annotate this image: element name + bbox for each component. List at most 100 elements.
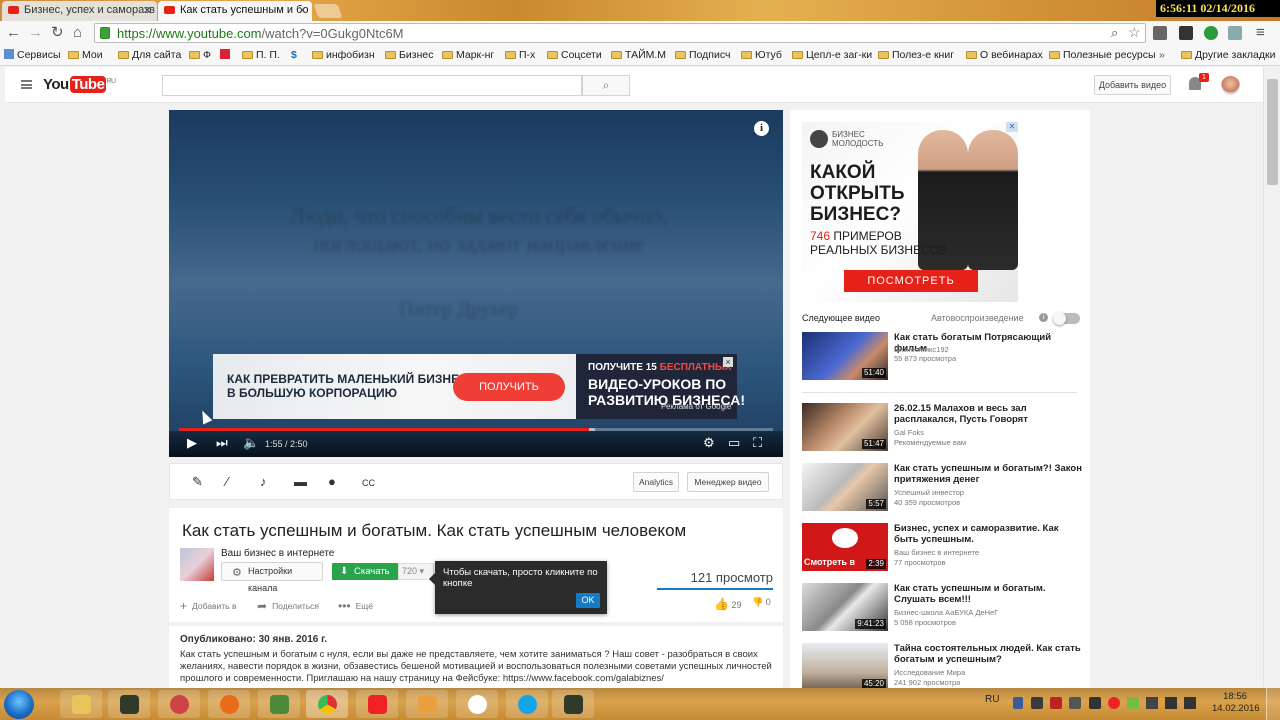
bookmarks-overflow[interactable]: » — [1159, 49, 1165, 61]
bookmark-folder[interactable]: Марк-нг — [442, 49, 494, 61]
video-title[interactable]: Бизнес, успех и саморазвитие. Как быть у… — [894, 523, 1082, 545]
forward-arrow-icon[interactable]: → — [28, 25, 43, 41]
tray-app-icon[interactable] — [1127, 697, 1139, 709]
channel-settings-button[interactable]: ⚙ Настройки канала — [221, 562, 323, 593]
like-button[interactable]: 👍 29 — [714, 597, 741, 611]
search-icon[interactable]: ⌕ — [1111, 25, 1118, 41]
settings-gear-icon[interactable]: ⚙ — [703, 436, 715, 450]
sidebar-ad[interactable]: БИЗНЕС МОЛОДОСТЬ КАКОЙ ОТКРЫТЬ БИЗНЕС? 7… — [802, 122, 1018, 302]
extension-refresh-icon[interactable] — [1204, 26, 1218, 40]
bookmark-apps[interactable]: Сервисы — [4, 49, 61, 61]
extension-puzzle-icon[interactable] — [1153, 26, 1167, 40]
extension-icon[interactable] — [1179, 26, 1193, 40]
tray-app-icon[interactable] — [1146, 697, 1158, 709]
share-button[interactable]: ➦ Поделиться — [257, 599, 319, 613]
add-video-button[interactable]: Добавить видео — [1094, 75, 1171, 95]
related-video[interactable]: 5:57 Как стать успешным и богатым?! Зако… — [802, 463, 1082, 517]
tooltip-ok-button[interactable]: OK — [576, 593, 600, 608]
ad-watch-button[interactable]: ПОСМОТРЕТЬ — [844, 270, 978, 292]
taskbar-firefox[interactable] — [208, 690, 250, 718]
video-title[interactable]: Как стать успешным и богатым. Слушать вс… — [894, 583, 1082, 605]
bookmark-folder[interactable]: Соцсети — [547, 49, 602, 61]
related-video[interactable]: Смотреть в 2:39 Бизнес, успех и саморазв… — [802, 523, 1082, 577]
taskbar-app[interactable] — [552, 690, 594, 718]
audio-note-icon[interactable]: ♪ — [260, 475, 267, 489]
volume-icon[interactable]: 🔈 — [243, 436, 259, 450]
info-icon[interactable]: i — [754, 121, 769, 136]
channel-name[interactable]: Ваш бизнес в интернете — [221, 548, 334, 559]
avatar[interactable] — [1221, 76, 1240, 95]
bookmark-folder[interactable]: Полезные ресурсы — [1049, 49, 1156, 61]
taskbar-app[interactable] — [258, 690, 300, 718]
bookmark-folder[interactable]: П-х — [505, 49, 535, 61]
overlay-ad[interactable]: КАК ПРЕВРАТИТЬ МАЛЕНЬКИЙ БИЗНЕС В БОЛЬШУ… — [213, 354, 745, 419]
scrollbar-thumb[interactable] — [1267, 79, 1278, 185]
taskbar-chrome[interactable] — [306, 690, 348, 718]
cards-info-icon[interactable]: ● — [328, 475, 336, 489]
browser-tab-inactive[interactable]: Бизнес, успех и саморазв ✕ — [2, 1, 157, 21]
video-title[interactable]: Тайна состоятельных людей. Как стать бог… — [894, 643, 1082, 665]
taskbar-app[interactable] — [406, 690, 448, 718]
bookmark-folder[interactable]: Полез-е книг — [878, 49, 954, 61]
ad-get-button[interactable]: ПОЛУЧИТЬ — [453, 373, 565, 401]
video-title[interactable]: 26.02.15 Малахов и весь зал расплакался,… — [894, 403, 1082, 425]
video-thumbnail[interactable]: 5:57 — [802, 463, 888, 511]
autoplay-toggle[interactable] — [1053, 312, 1080, 325]
url-text[interactable]: https://www.youtube.com/watch?v=0Gukg0Nt… — [117, 26, 404, 41]
bookmark-folder[interactable]: Подписч — [675, 49, 730, 61]
taskbar-skype[interactable] — [506, 690, 548, 718]
edit-pencil-icon[interactable]: ✎ — [192, 475, 203, 489]
video-thumbnail[interactable]: 51:40 — [802, 332, 888, 380]
theater-mode-icon[interactable]: ▭ — [728, 436, 740, 450]
back-arrow-icon[interactable]: ← — [6, 25, 21, 41]
taskbar-yandex-browser[interactable] — [456, 690, 498, 718]
more-button[interactable]: ••• Ещё — [338, 599, 373, 613]
taskbar-clock[interactable]: 18:56 14.02.2016 — [1212, 691, 1260, 715]
subtitles-cc-icon[interactable]: CC — [362, 476, 375, 490]
analytics-button[interactable]: Analytics — [633, 472, 679, 492]
related-video[interactable]: 51:47 26.02.15 Малахов и весь зал распла… — [802, 403, 1082, 457]
tray-app-icon[interactable] — [1069, 697, 1081, 709]
next-icon[interactable]: ⏭ — [216, 436, 228, 450]
video-thumbnail[interactable]: Смотреть в 2:39 — [802, 523, 888, 571]
star-icon[interactable]: ☆ — [1128, 24, 1141, 41]
taskbar-app[interactable] — [158, 690, 200, 718]
windows-flag-icon[interactable] — [1089, 697, 1101, 709]
search-input[interactable] — [162, 75, 582, 96]
video-thumbnail[interactable]: 45:20 — [802, 643, 888, 691]
bookmark-folder[interactable]: Ф — [189, 49, 211, 61]
autoplay-info-icon[interactable]: i — [1039, 313, 1048, 322]
related-video[interactable]: 9:41:23 Как стать успешным и богатым. Сл… — [802, 583, 1082, 637]
ad-close-icon[interactable]: × — [723, 357, 733, 367]
play-icon[interactable]: ▶ — [187, 436, 197, 450]
video-thumbnail[interactable]: 9:41:23 — [802, 583, 888, 631]
video-manager-button[interactable]: Менеджер видео — [687, 472, 769, 492]
channel-avatar[interactable] — [180, 548, 214, 581]
video-thumbnail[interactable]: 51:47 — [802, 403, 888, 451]
reload-icon[interactable]: ↻ — [51, 25, 64, 41]
enhance-wand-icon[interactable]: ⁄ — [226, 475, 228, 489]
home-icon[interactable]: ⌂ — [73, 25, 82, 41]
bookmark-folder[interactable]: Бизнес — [385, 49, 433, 61]
add-to-button[interactable]: + Добавить в — [180, 599, 236, 613]
extension-code-icon[interactable] — [1228, 26, 1242, 40]
opera-icon[interactable] — [1108, 697, 1120, 709]
menu-icon[interactable]: ≡ — [1256, 24, 1265, 41]
tray-app-icon[interactable] — [1031, 697, 1043, 709]
page-scrollbar[interactable] — [1263, 67, 1280, 687]
new-tab-button[interactable] — [313, 4, 343, 18]
taskbar-yandex[interactable] — [356, 690, 398, 718]
adchoices-icon[interactable]: ✕ — [1006, 122, 1018, 132]
download-button[interactable]: ⬇ Скачать — [332, 563, 398, 580]
bookmark-folder[interactable]: ТАЙМ.М — [611, 49, 666, 61]
video-title[interactable]: Как стать успешным и богатым?! Закон при… — [894, 463, 1082, 485]
bluetooth-icon[interactable] — [1013, 697, 1023, 709]
close-tab-icon[interactable]: ✕ — [143, 4, 152, 17]
language-indicator[interactable]: RU — [985, 694, 999, 705]
bookmark-folder[interactable]: инфобизн — [312, 49, 375, 61]
bookmark-folder[interactable]: Для сайта — [118, 49, 181, 61]
tray-app-icon[interactable] — [1050, 697, 1062, 709]
bookmark-folder[interactable]: Мои — [68, 49, 103, 61]
network-icon[interactable] — [1165, 697, 1177, 709]
dollar-icon[interactable]: $ — [291, 49, 297, 61]
